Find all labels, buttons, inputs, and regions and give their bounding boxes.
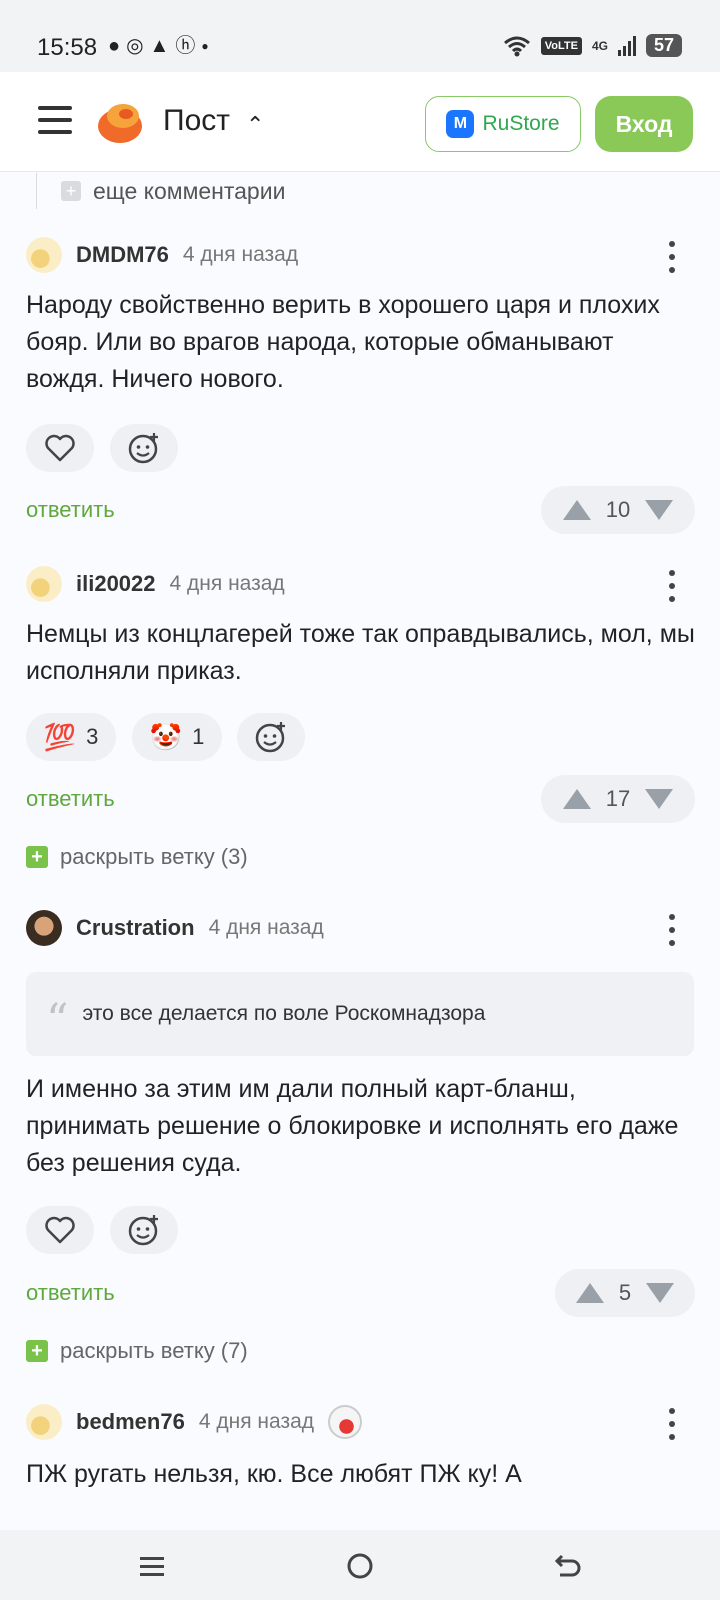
network-type: 4G [591,38,608,53]
comment-time: 4 дня назад [169,572,285,595]
vote-count: 17 [605,786,631,811]
vote-control: 10 [541,486,695,534]
add-emoji-icon [255,722,285,753]
username[interactable]: Crustration [76,915,195,941]
more-options-icon[interactable] [668,1408,676,1440]
heart-icon [45,434,75,462]
comment-header: ili20022 4 дня назад [26,566,285,602]
reaction-count: 1 [192,724,205,749]
upvote-icon[interactable] [575,1282,605,1304]
comment-text: Народу свойственно верить в хорошего цар… [26,291,660,393]
upvote-icon[interactable] [562,788,592,810]
reply-link[interactable]: ответить [26,497,115,523]
status-bar: 15:58 ● ◎ ▲ ⓗ ● VoLTE 4G 57 [0,0,720,72]
page-title[interactable]: Пост [163,104,230,138]
reply-link[interactable]: ответить [26,786,115,812]
more-comments-label: еще комментарии [93,177,286,204]
comment-time: 4 дня назад [198,1410,314,1433]
hh-icon: ⓗ [175,35,196,57]
menu-icon[interactable] [38,106,72,134]
reaction-count: 3 [86,724,99,749]
chat-bubble-icon: ● [108,35,121,57]
notification-icons: ● ◎ ▲ ⓗ ● [108,35,209,57]
avatar[interactable] [26,566,62,602]
upvote-icon[interactable] [562,499,592,521]
reply-link[interactable]: ответить [26,1280,115,1306]
chevron-up-icon[interactable]: ⌃ [246,112,264,138]
add-reaction-button[interactable] [110,424,178,472]
system-navigation-bar [0,1530,720,1600]
battery-indicator: 57 [645,34,682,57]
vote-count: 5 [618,1280,632,1305]
expand-thread-link[interactable]: + раскрыть ветку (7) [26,1338,248,1364]
expand-thread-link[interactable]: + раскрыть ветку (3) [26,844,248,870]
warning-icon: ▲ [149,35,170,57]
login-button[interactable]: Вход [595,96,693,152]
add-emoji-icon [128,1215,158,1246]
more-options-icon[interactable] [668,914,676,946]
plus-icon: + [26,846,48,868]
comments-feed[interactable]: + еще комментарии DMDM76 4 дня назад Нар… [0,173,720,1530]
vote-control: 5 [555,1269,695,1317]
rustore-button[interactable]: M RuStore [425,96,581,152]
rustore-icon: M [446,110,475,138]
reaction-pill[interactable]: 💯 3 [26,713,116,761]
expand-thread-label: раскрыть ветку (3) [60,844,248,869]
quote-icon: “ [46,995,69,1046]
volte-badge: VoLTE [540,36,582,55]
comment-text: Немцы из концлагерей тоже так оправдывал… [26,620,695,685]
like-button[interactable] [26,424,94,472]
expand-thread-label: раскрыть ветку (7) [60,1338,248,1363]
downvote-icon[interactable] [644,788,674,810]
more-comments-link[interactable]: + еще комментарии [36,173,285,209]
wifi-icon [503,36,530,56]
avatar[interactable] [26,910,62,946]
quote-block: “ это все делается по воле Роскомнадзора [26,972,694,1056]
vote-count: 10 [605,497,631,522]
quote-text: это все делается по воле Роскомнадзора [82,1002,486,1025]
plus-icon: + [26,1340,48,1362]
status-right: VoLTE 4G 57 [503,34,682,57]
comment-text: ПЖ ругать нельзя, кю. Все любят ПЖ ку! А [26,1460,522,1488]
award-icon[interactable] [328,1405,362,1439]
clown-emoji-icon: 🤡 [149,722,183,752]
add-reaction-button[interactable] [237,713,305,761]
avatar[interactable] [26,1404,62,1440]
plus-icon: + [61,181,81,201]
comment-time: 4 дня назад [182,243,299,266]
whatsapp-icon: ◎ [126,35,144,57]
comment-text: И именно за этим им дали полный карт-бла… [26,1075,679,1177]
recent-apps-icon[interactable] [132,1546,172,1586]
username[interactable]: bedmen76 [76,1409,185,1435]
like-button[interactable] [26,1206,94,1254]
vote-control: 17 [541,775,695,823]
more-options-icon[interactable] [668,241,676,273]
back-icon[interactable] [547,1546,587,1586]
heart-icon [45,1216,75,1244]
dot-icon: ● [201,39,209,53]
comment-header: Crustration 4 дня назад [26,910,324,946]
downvote-icon[interactable] [645,1282,675,1304]
add-emoji-icon [128,433,158,464]
more-options-icon[interactable] [668,570,676,602]
comment-time: 4 дня назад [208,916,324,939]
home-icon[interactable] [340,1546,380,1586]
reaction-pill[interactable]: 🤡 1 [132,713,222,761]
comment-header: bedmen76 4 дня назад [26,1404,362,1440]
add-reaction-button[interactable] [110,1206,178,1254]
downvote-icon[interactable] [644,499,674,521]
signal-icon [617,35,636,56]
pikabu-logo-icon[interactable] [96,100,144,144]
status-time: 15:58 [37,34,98,61]
avatar[interactable] [26,237,62,273]
comment-header: DMDM76 4 дня назад [26,237,298,273]
username[interactable]: ili20022 [76,571,156,597]
hundred-emoji-icon: 💯 [43,722,77,752]
username[interactable]: DMDM76 [76,242,169,268]
rustore-label: RuStore [482,112,560,135]
